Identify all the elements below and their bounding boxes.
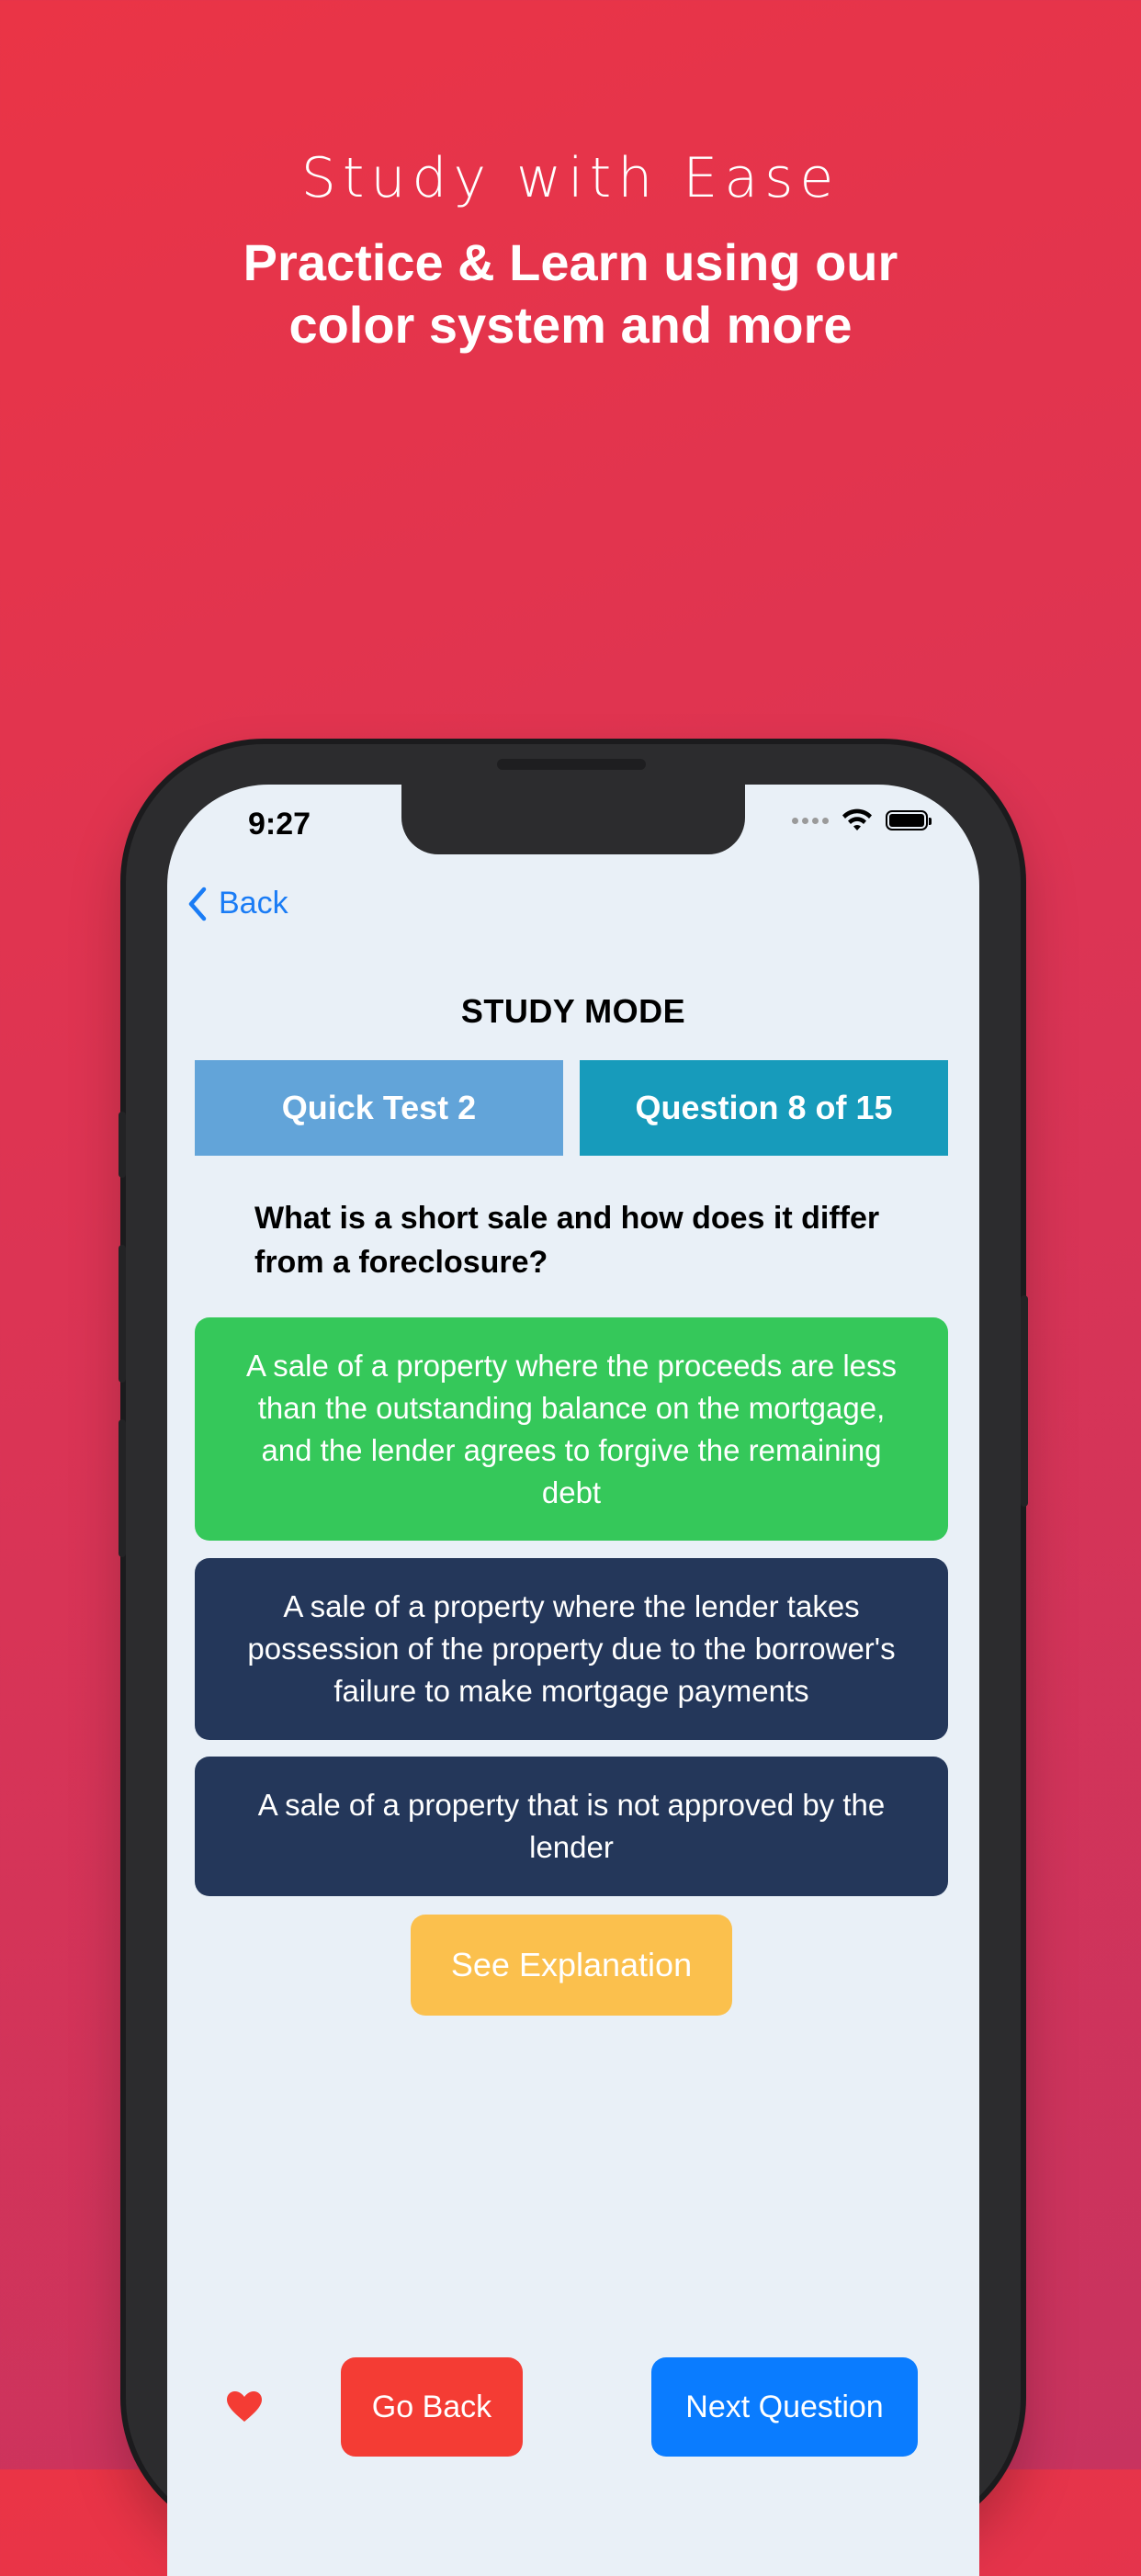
question-counter-badge: Question 8 of 15 [580, 1060, 948, 1156]
promo-title: Study with Ease [300, 146, 841, 210]
power-button [1021, 1295, 1028, 1507]
test-info-row: Quick Test 2 Question 8 of 15 [195, 1060, 948, 1156]
next-question-button[interactable]: Next Question [651, 2357, 918, 2457]
status-icons [792, 808, 932, 832]
back-button[interactable]: Back [187, 886, 288, 921]
test-name-badge: Quick Test 2 [195, 1060, 563, 1156]
go-back-button[interactable]: Go Back [341, 2357, 523, 2457]
page-title: STUDY MODE [460, 992, 686, 1030]
chevron-left-icon [188, 887, 207, 921]
answer-option-text: A sale of a property where the lender ta… [247, 1589, 896, 1708]
volume-down-button [119, 1419, 126, 1557]
answer-option-text: A sale of a property where the proceeds … [245, 1348, 898, 1509]
volume-up-button [119, 1245, 126, 1383]
heart-icon[interactable] [226, 2389, 263, 2425]
phone-frame: 9:27 Back STUDY MODE Quick Test 2 Questi [119, 744, 1028, 2576]
status-time: 9:27 [248, 807, 311, 842]
signal-icon [792, 817, 829, 824]
bottom-action-bar: Go Back Next Question [167, 2357, 979, 2458]
question-text: What is a short sale and how does it dif… [254, 1201, 880, 1280]
speaker-grille [497, 759, 646, 770]
answer-option-3[interactable]: A sale of a property that is not approve… [195, 1757, 948, 1896]
phone-screen: 9:27 Back STUDY MODE Quick Test 2 Questi [167, 785, 979, 2576]
battery-icon [886, 810, 932, 830]
back-label: Back [219, 886, 288, 921]
answer-option-1[interactable]: A sale of a property where the proceeds … [195, 1317, 948, 1541]
see-explanation-button[interactable]: See Explanation [411, 1915, 732, 2016]
wifi-icon [842, 808, 872, 830]
answer-option-2[interactable]: A sale of a property where the lender ta… [195, 1558, 948, 1740]
promo-subtitle: Practice & Learn using our color system … [243, 233, 898, 354]
notch [401, 785, 745, 854]
mute-switch [119, 1112, 126, 1178]
answer-option-text: A sale of a property that is not approve… [257, 1788, 886, 1864]
